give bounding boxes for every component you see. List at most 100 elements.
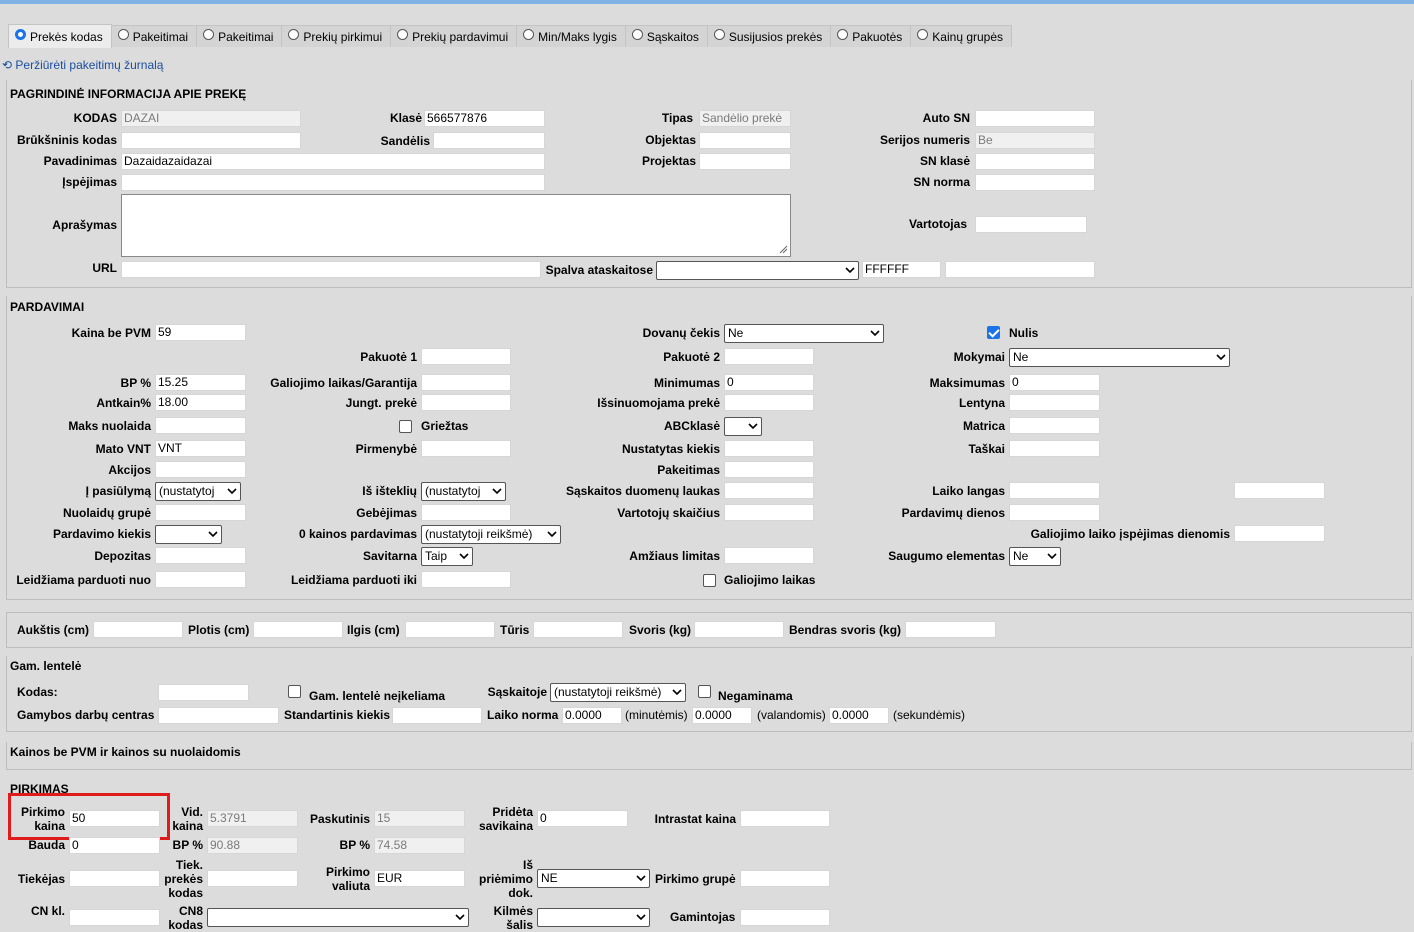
mato-vnt-field[interactable]: VNT [155,440,246,457]
tab-pakeitimai-2[interactable]: Pakeitimai [196,25,283,47]
matrica-field[interactable] [1009,417,1100,434]
mokymai-select[interactable]: Ne [1009,348,1230,367]
resize-handle-icon[interactable] [779,245,788,254]
tab-prekiu-pirkimui[interactable]: Prekių pirkimui [281,25,392,47]
kilmes-salis-select[interactable] [537,908,650,927]
svoris-field[interactable] [694,621,784,638]
projektas-field[interactable] [699,153,791,170]
galiojimo-garantija-field[interactable] [421,374,511,391]
tab-pakuotes[interactable]: Pakuotės [830,25,912,47]
galiojimo-ispejimas-field[interactable] [1234,525,1325,542]
intrastat-field[interactable] [740,810,830,827]
pardavimo-kiekis-select[interactable] [155,525,222,544]
gebejimas-field[interactable] [421,504,511,521]
tipas-field[interactable]: Sandėlio prekė [699,110,791,127]
ipasiulyma-select[interactable]: (nustatytoj [155,482,241,501]
saskaitos-duomenu-field[interactable] [724,482,814,499]
tiek-prekes-kodas-field[interactable] [207,870,298,887]
kodas-field[interactable]: DAZAI [121,110,301,127]
pirmenybe-field[interactable] [421,440,511,457]
bp2-field[interactable]: 74.58 [374,837,465,854]
abc-select[interactable] [724,417,762,436]
nustatytas-kiekis-field[interactable] [724,440,814,457]
sandelis-field[interactable] [433,132,545,149]
maksimumas-field[interactable]: 0 [1009,374,1100,391]
vartotoju-skaicius-field[interactable] [724,504,814,521]
serijos-field[interactable]: Be [975,132,1095,149]
aprasymas-textarea[interactable] [121,194,791,257]
pirkimo-grupe-field[interactable] [740,870,830,887]
vartotojas-field[interactable] [975,216,1087,233]
spalva-extra-field[interactable] [945,261,1095,278]
tab-prekes-kodas[interactable]: Prekės kodas [8,24,112,48]
nuolaidu-grupe-field[interactable] [155,504,246,521]
tab-kainu-grupes[interactable]: Kainų grupės [910,25,1013,47]
taskai-field[interactable] [1009,440,1100,457]
url-field[interactable] [121,261,541,278]
tiekejas-field[interactable] [69,870,160,887]
depozitas-field[interactable] [155,547,246,564]
standartinis-kiekis-field[interactable] [392,707,482,724]
sn-klase-field[interactable] [975,153,1095,170]
cn-field[interactable] [69,909,160,926]
tab-saskaitos[interactable]: Sąskaitos [624,25,708,47]
laiko-norma-min-field[interactable]: 0.0000 [562,707,622,724]
minimumas-field[interactable]: 0 [724,374,814,391]
is-istekliu-select[interactable]: (nustatytoj [421,482,506,501]
bruksninis-field[interactable] [121,132,301,149]
saugumo-elementas-select[interactable]: Ne [1009,547,1061,566]
spalva-select[interactable] [656,261,859,280]
tab-prekiu-pardavimui[interactable]: Prekių pardavimui [390,25,518,47]
kaina-field[interactable]: 59 [155,324,246,341]
spalva-hex-field[interactable]: FFFFFF [862,261,941,278]
laiko-norma-sek-field[interactable]: 0.0000 [829,707,889,724]
issinuomojama-field[interactable] [724,394,814,411]
pakuote1-field[interactable] [421,348,511,365]
gamintojas-field[interactable] [740,909,830,926]
pavadinimas-field[interactable]: Dazaidazaidazai [121,153,545,170]
leidziama-nuo-field[interactable] [155,571,246,588]
is-priemimo-select[interactable]: NE [537,869,650,888]
laiko-norma-val-field[interactable]: 0.0000 [692,707,752,724]
saskaitoje-select[interactable]: (nustatytoji reikšmė) [550,683,686,702]
auto-sn-field[interactable] [975,110,1095,127]
paskutinis-field[interactable]: 15 [374,810,465,827]
dovanu-select[interactable]: Ne [724,324,884,343]
tab-min-maks[interactable]: Min/Maks lygis [516,25,626,47]
tab-pakeitimai-1[interactable]: Pakeitimai [110,25,198,47]
antkainis-field[interactable]: 18.00 [155,394,246,411]
lentyna-field[interactable] [1009,394,1100,411]
prideta-savikaina-field[interactable]: 0 [537,810,628,827]
bendras-svoris-field[interactable] [905,621,996,638]
bauda-field[interactable]: 0 [69,837,160,854]
laiko-langas-field[interactable] [1009,482,1100,499]
turis-field[interactable] [533,621,623,638]
akcijos-field[interactable] [155,461,246,478]
negaminama-checkbox[interactable] [698,685,711,698]
klase-field[interactable]: 566577876 [424,110,545,127]
gam-neikeliama-checkbox[interactable] [288,685,301,698]
leidziama-iki-field[interactable] [421,571,511,588]
maks-nuolaida-field[interactable] [155,417,246,434]
galiojimo-laikas-checkbox[interactable] [703,574,716,587]
pardavimu-dienos-field[interactable] [1009,504,1100,521]
grieztas-checkbox[interactable] [399,420,412,433]
ilgis-field[interactable] [405,621,495,638]
plotis-field[interactable] [253,621,343,638]
tab-susijusios[interactable]: Susijusios prekės [706,25,832,47]
jungt-preke-field[interactable] [421,394,511,411]
objektas-field[interactable] [699,132,791,149]
laiko-langas-extra-field[interactable] [1234,482,1325,499]
vid-kaina-field[interactable]: 5.3791 [207,810,298,827]
pirkimo-valiuta-field[interactable]: EUR [374,870,465,887]
bp1-field[interactable]: 90.88 [207,837,298,854]
nulines-kainos-select[interactable]: (nustatytoji reikšmė) [421,525,561,544]
pakuote2-field[interactable] [724,348,814,365]
nulis-checkbox[interactable] [987,326,1000,339]
darbu-centras-field[interactable] [158,707,279,724]
cn8-select[interactable] [207,908,469,927]
savitarna-select[interactable]: Taip [421,547,473,566]
amziaus-limitas-field[interactable] [724,547,814,564]
journal-link[interactable]: ⟲ Peržiūrėti pakeitimų žurnalą [2,58,163,72]
gam-kodas-field[interactable] [158,684,249,701]
